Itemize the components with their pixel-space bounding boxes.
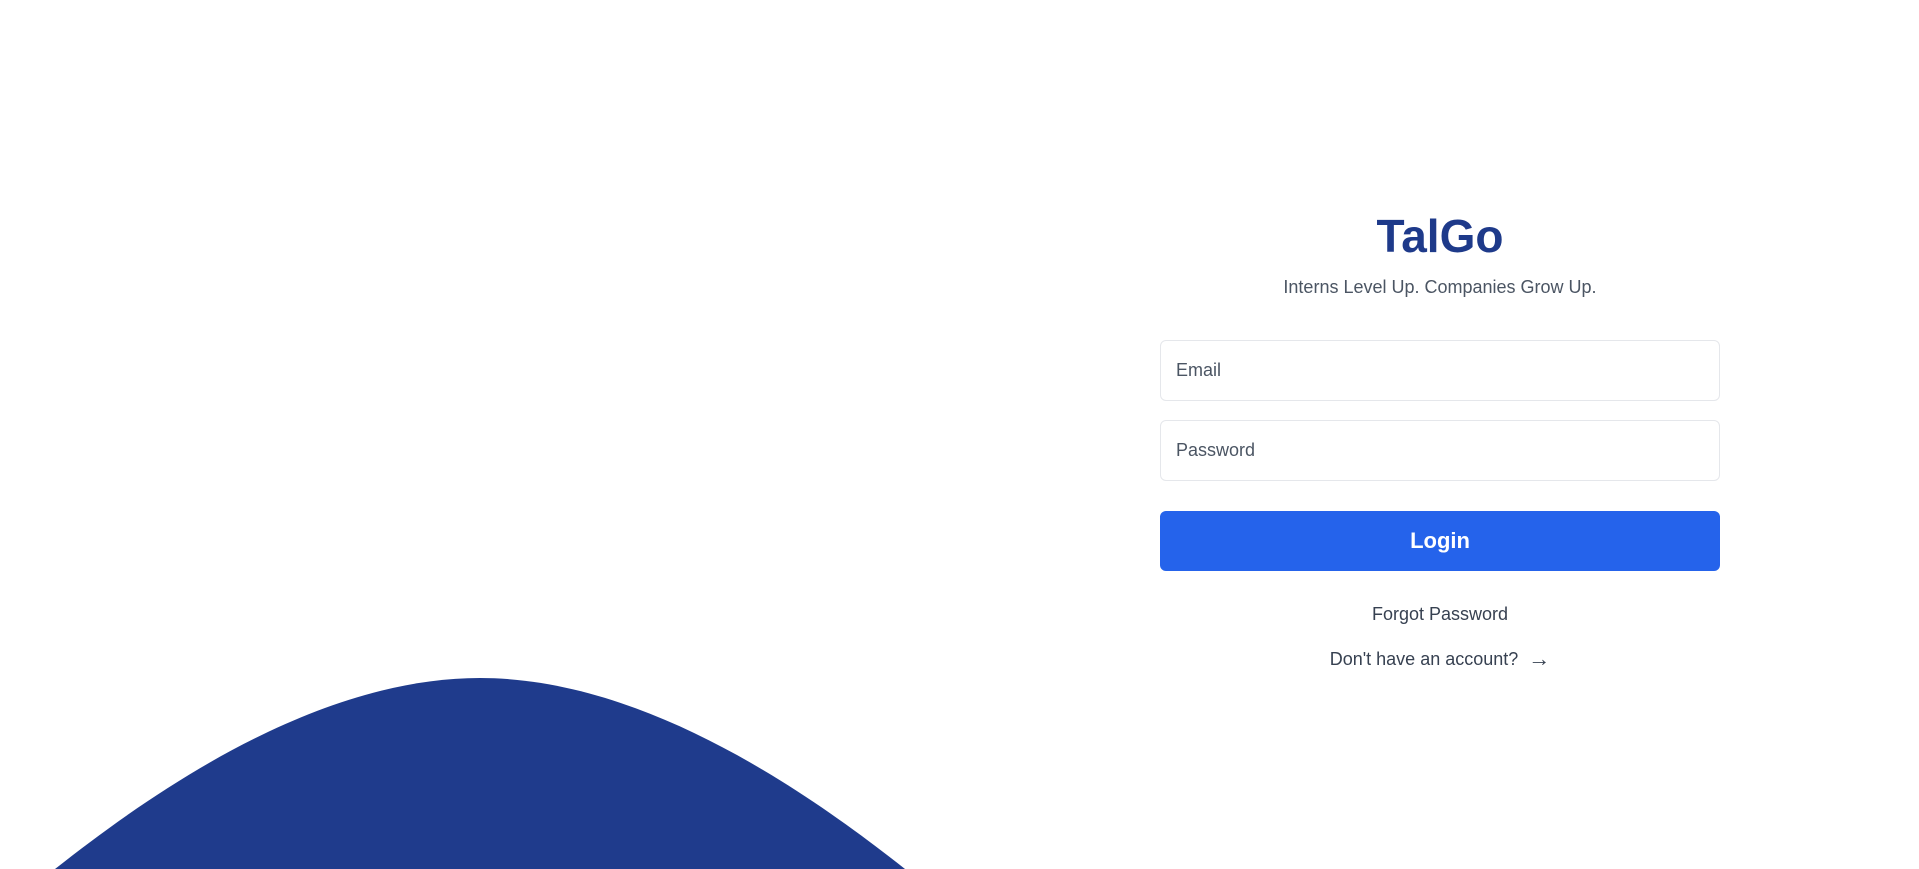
signup-label: Don't have an account?	[1329, 649, 1519, 669]
login-panel: TalGo Interns Level Up. Companies Grow U…	[1160, 200, 1720, 670]
email-field[interactable]	[1160, 340, 1720, 401]
login-button[interactable]: Login	[1160, 511, 1720, 571]
arrow-right-icon: →	[1528, 646, 1551, 671]
login-page: TalGo Interns Level Up. Companies Grow U…	[0, 0, 1919, 869]
app-tagline: Interns Level Up. Companies Grow Up.	[1283, 277, 1597, 297]
password-field[interactable]	[1160, 420, 1720, 481]
forgot-password-link[interactable]: Forgot Password	[1372, 603, 1508, 625]
app-title: TalGo	[1376, 210, 1504, 262]
signup-link[interactable]: Don't have an account? →	[1330, 648, 1551, 670]
